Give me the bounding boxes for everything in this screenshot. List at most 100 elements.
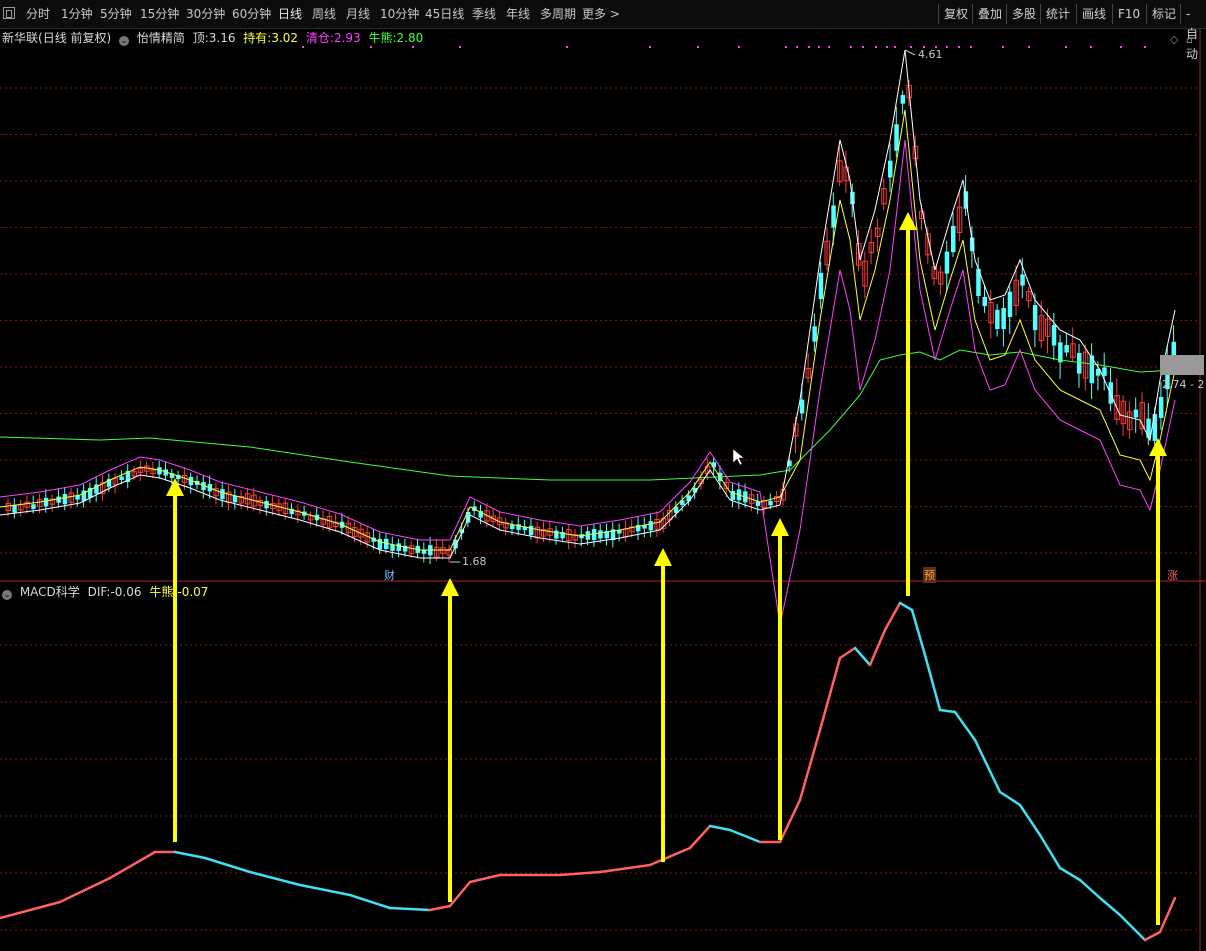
candle-down — [43, 497, 49, 507]
candle-down — [1077, 352, 1082, 374]
macd-segment — [1078, 878, 1102, 900]
kline-chart[interactable]: ◇ ⌂ — [0, 0, 1206, 951]
macd-segment — [58, 876, 112, 904]
macd-segment — [298, 883, 352, 897]
signal-dot — [738, 46, 740, 48]
candle-down — [598, 530, 603, 539]
signal-dot — [818, 46, 820, 48]
signal-dot — [697, 46, 699, 48]
signal-dot — [862, 46, 864, 48]
event-marker-cai[interactable]: 财 — [384, 567, 395, 583]
candle-down — [894, 124, 899, 151]
macd-segment — [598, 863, 652, 874]
macd-segment — [248, 870, 302, 887]
candle-down — [1108, 382, 1113, 404]
candle-down — [982, 296, 987, 307]
signal-dot — [850, 46, 852, 48]
candle-down — [1158, 396, 1164, 418]
macd-segment — [108, 850, 157, 880]
signal-dot — [1090, 46, 1092, 48]
macd-segment — [778, 798, 802, 844]
macd-segment — [853, 646, 872, 667]
candle-down — [900, 94, 906, 104]
arrow-head — [771, 518, 789, 536]
signal-dot — [370, 46, 372, 48]
signal-dot — [886, 46, 888, 48]
candle-down — [396, 543, 402, 551]
diamond-icon: ◇ — [1170, 33, 1179, 46]
macd-segment — [818, 656, 842, 732]
macd-segment — [898, 601, 914, 612]
macd-segment — [910, 608, 927, 657]
candle-down — [119, 476, 124, 480]
signal-dot — [1002, 46, 1004, 48]
arrow-head — [899, 212, 917, 230]
signal-dot — [459, 46, 461, 48]
macd-segment — [708, 824, 732, 832]
arrow-head — [1149, 438, 1167, 456]
macd-segment — [923, 653, 942, 712]
signal-dot — [1144, 46, 1146, 48]
signal-dot — [946, 46, 948, 48]
price-range-label: 2.74 - 2 — [1162, 378, 1205, 391]
mouse-cursor-icon — [732, 448, 745, 466]
macd-segment — [868, 628, 887, 667]
macd-segment — [1038, 833, 1062, 870]
macd-segment — [1098, 896, 1122, 917]
candle-down — [62, 493, 68, 505]
candle-down — [812, 326, 817, 342]
signal-dot — [894, 46, 896, 48]
macd-segment — [558, 870, 602, 877]
candle-down — [768, 500, 773, 506]
signal-dots: ◇ ⌂ — [302, 33, 1193, 48]
signal-dot — [649, 46, 651, 48]
macd-segment — [448, 880, 472, 908]
candle-down — [818, 272, 824, 300]
macd-segment — [348, 893, 392, 910]
macd-segment — [173, 850, 207, 860]
candle-down — [951, 225, 956, 253]
signal-dot — [566, 46, 568, 48]
macd-segment — [1158, 896, 1177, 934]
event-marker-yu[interactable]: 预 — [923, 567, 936, 583]
candle-down — [390, 544, 395, 551]
signal-dot — [875, 46, 877, 48]
macd-segment — [0, 900, 62, 920]
macd-segment — [203, 856, 252, 874]
low-price-label: 1.68 — [462, 555, 487, 568]
macd-segment — [883, 601, 902, 632]
candle-down — [1064, 344, 1069, 353]
macd-segment — [798, 728, 822, 802]
event-marker-zhang[interactable]: 涨 — [1167, 567, 1178, 583]
candle-down — [1001, 307, 1006, 330]
macd-segment — [388, 906, 432, 912]
macd-segment — [1018, 803, 1042, 837]
signal-dot — [412, 46, 414, 48]
candle-down — [1032, 305, 1038, 331]
arrow-head — [654, 548, 672, 566]
macd-segment — [728, 828, 762, 844]
candle-down — [1102, 367, 1107, 376]
macd-segment — [1058, 866, 1082, 882]
candle-down — [31, 504, 36, 510]
macd-segment — [1143, 930, 1162, 942]
macd-segment — [428, 904, 452, 912]
candle-down — [648, 521, 654, 531]
signal-dot — [1120, 46, 1122, 48]
signal-dot — [958, 46, 960, 48]
candle-down — [264, 501, 269, 509]
signal-dot — [785, 46, 787, 48]
candle-down — [220, 488, 225, 500]
candle-down — [944, 251, 950, 274]
candle-down — [377, 538, 383, 550]
macd-segment — [938, 708, 957, 714]
macd-segment — [468, 873, 502, 884]
candle-down — [888, 160, 893, 178]
candle-down — [510, 524, 515, 529]
signal-dot — [1065, 46, 1067, 48]
macd-segment — [998, 790, 1022, 807]
candle-down — [831, 205, 836, 228]
signal-dot — [302, 46, 304, 48]
macd-segment — [648, 846, 692, 867]
candle-down — [1051, 324, 1057, 346]
